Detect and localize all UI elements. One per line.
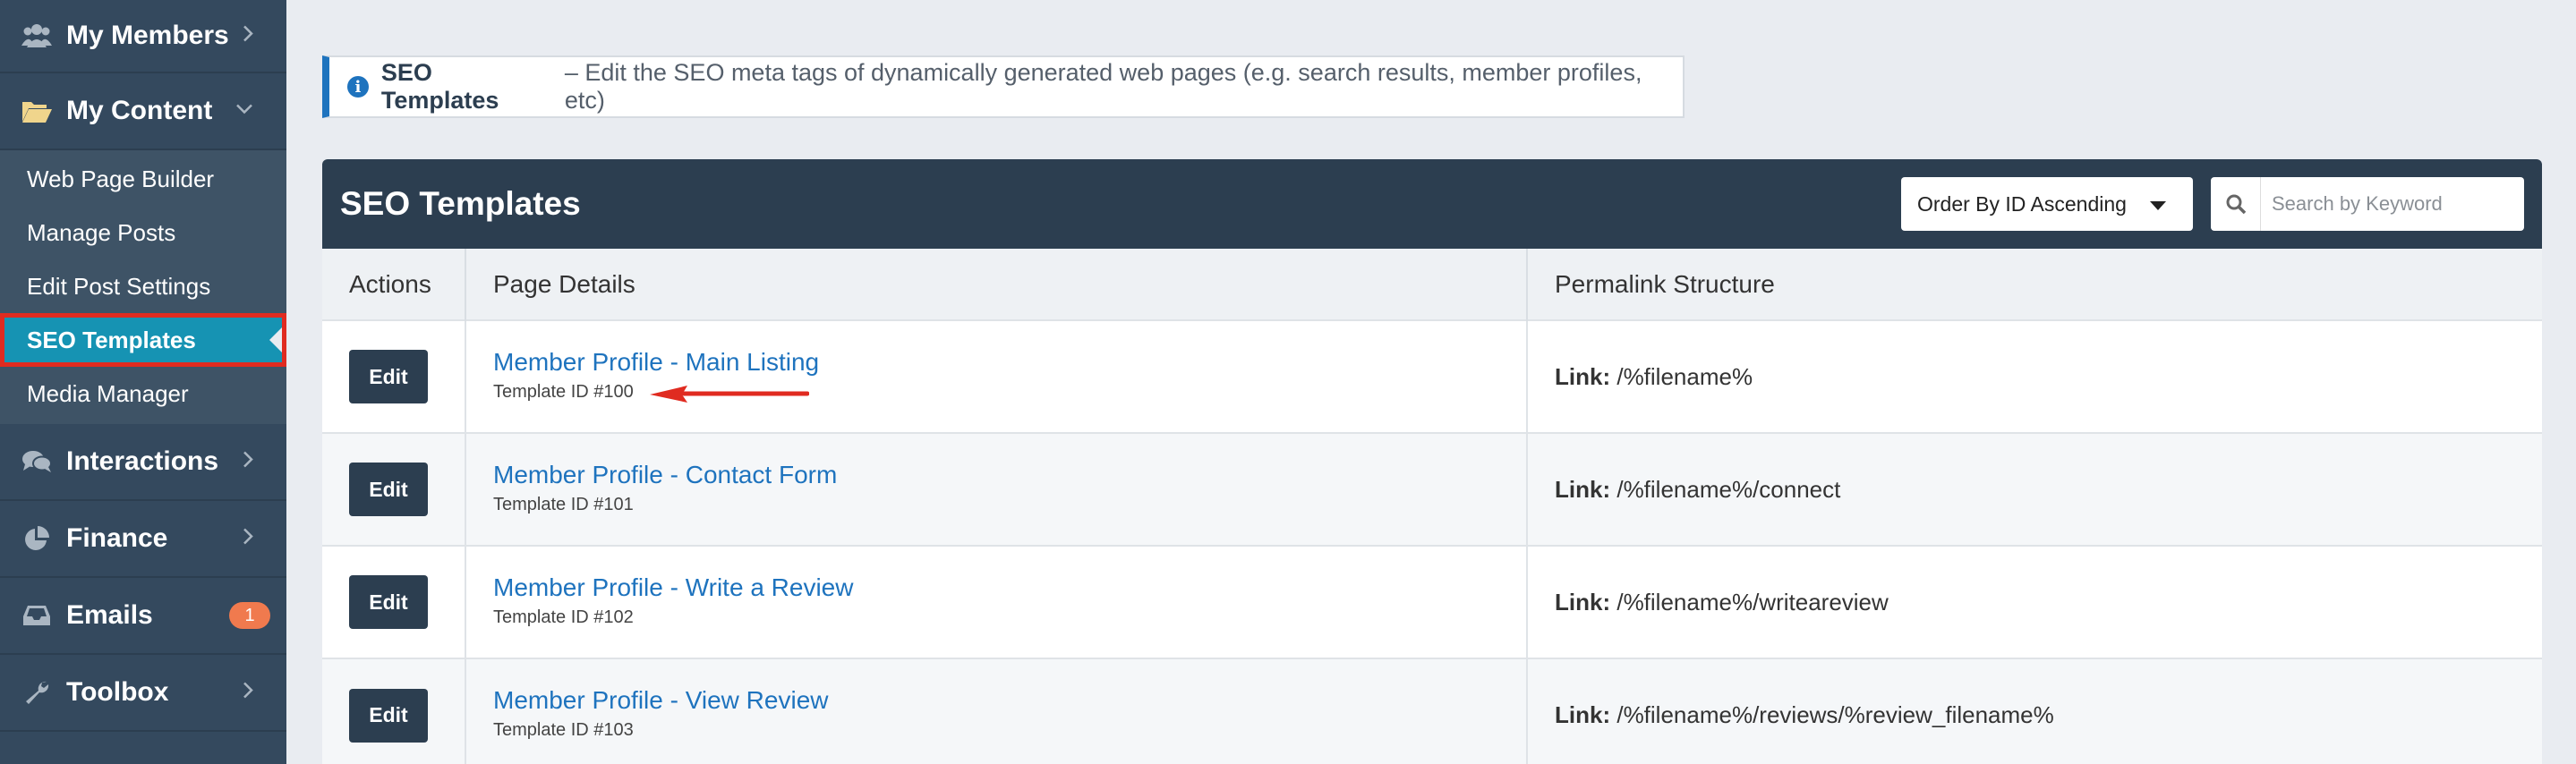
sidebar-item-seo-templates[interactable]: SEO Templates [0, 313, 286, 367]
template-name-link[interactable]: Member Profile - View Review [493, 686, 1526, 715]
unread-count-badge: 1 [229, 602, 270, 629]
link-label: Link: [1555, 362, 1611, 390]
table-row: Edit Member Profile - Write a Review Tem… [322, 545, 2542, 658]
info-text: – Edit the SEO meta tags of dynamically … [564, 59, 1642, 114]
search-box [2211, 177, 2524, 231]
link-label: Link: [1555, 701, 1611, 728]
order-by-select[interactable]: Order By ID Ascending [1901, 177, 2193, 231]
edit-button[interactable]: Edit [349, 575, 428, 629]
link-label: Link: [1555, 588, 1611, 615]
chevron-right-icon [242, 527, 254, 551]
nav-toolbox[interactable]: Toolbox [0, 655, 286, 732]
permalink-value: /%filename%/writeareview [1616, 588, 1889, 615]
edit-button[interactable]: Edit [349, 463, 428, 516]
templates-table: Actions Page Details Permalink Structure… [322, 249, 2542, 764]
info-icon: i [347, 76, 369, 98]
content-submenu: Web Page Builder Manage Posts Edit Post … [0, 150, 286, 424]
info-banner: i SEO Templates – Edit the SEO meta tags… [322, 55, 1685, 118]
template-id: Template ID #101 [493, 494, 634, 514]
template-name-link[interactable]: Member Profile - Write a Review [493, 573, 1526, 602]
template-id: Template ID #102 [493, 607, 634, 627]
panel-header: SEO Templates Order By ID Ascending [322, 159, 2542, 249]
nav-my-members[interactable]: My Members [0, 0, 286, 73]
users-icon [21, 21, 52, 51]
inbox-icon [21, 600, 52, 631]
table-row: Edit Member Profile - Contact Form Templ… [322, 432, 2542, 546]
table-header-row: Actions Page Details Permalink Structure [322, 249, 2542, 320]
column-header-actions: Actions [322, 249, 466, 320]
edit-button[interactable]: Edit [349, 350, 428, 403]
nav-finance[interactable]: Finance [0, 501, 286, 578]
permalink-value: /%filename%/connect [1616, 475, 1841, 503]
permalink-value: /%filename% [1616, 362, 1753, 390]
nav-label: My Content [66, 96, 213, 125]
column-header-page-details: Page Details [465, 249, 1528, 320]
template-id: Template ID #103 [493, 720, 634, 740]
table-row: Edit Member Profile - View Review Templa… [322, 658, 2542, 764]
nav-emails[interactable]: Emails 1 [0, 578, 286, 655]
chevron-down-icon [235, 103, 254, 120]
edit-button[interactable]: Edit [349, 688, 428, 743]
link-label: Link: [1555, 475, 1611, 503]
nav-label: Emails [66, 600, 153, 630]
table-row: Edit Member Profile - Main Listing Templ… [322, 319, 2542, 433]
wrench-icon [21, 677, 52, 708]
pie-chart-icon [21, 523, 52, 554]
nav-interactions[interactable]: Interactions [0, 424, 286, 501]
nav-label: Interactions [66, 446, 219, 476]
template-name-link[interactable]: Member Profile - Contact Form [493, 461, 1526, 489]
caret-down-icon [2150, 201, 2166, 210]
sidebar-item-manage-posts[interactable]: Manage Posts [0, 206, 286, 259]
comments-icon [21, 446, 52, 477]
annotation-arrow-icon [650, 386, 809, 403]
column-header-permalink: Permalink Structure [1527, 249, 2542, 320]
sidebar-item-web-page-builder[interactable]: Web Page Builder [0, 152, 286, 206]
chevron-right-icon [242, 24, 254, 48]
chevron-right-icon [242, 681, 254, 705]
nav-label: Toolbox [66, 677, 169, 707]
info-title: SEO Templates [380, 59, 499, 114]
panel-title: SEO Templates [340, 185, 581, 222]
sidebar-item-media-manager[interactable]: Media Manager [0, 367, 286, 420]
permalink-value: /%filename%/reviews/%review_filename% [1616, 701, 2054, 728]
template-name-link[interactable]: Member Profile - Main Listing [493, 348, 1526, 377]
order-by-value: Order By ID Ascending [1917, 191, 2127, 216]
chevron-right-icon [242, 450, 254, 474]
nav-label: My Members [66, 21, 229, 50]
search-input[interactable] [2261, 192, 2512, 216]
search-icon[interactable] [2211, 177, 2261, 231]
folder-open-icon [21, 96, 52, 126]
nav-label: Finance [66, 523, 168, 553]
sidebar: My Members My Content Web Page Builder M… [0, 0, 286, 764]
nav-my-content[interactable]: My Content [0, 73, 286, 150]
sidebar-item-edit-post-settings[interactable]: Edit Post Settings [0, 259, 286, 313]
seo-templates-panel: SEO Templates Order By ID Ascending Acti… [322, 159, 2542, 764]
